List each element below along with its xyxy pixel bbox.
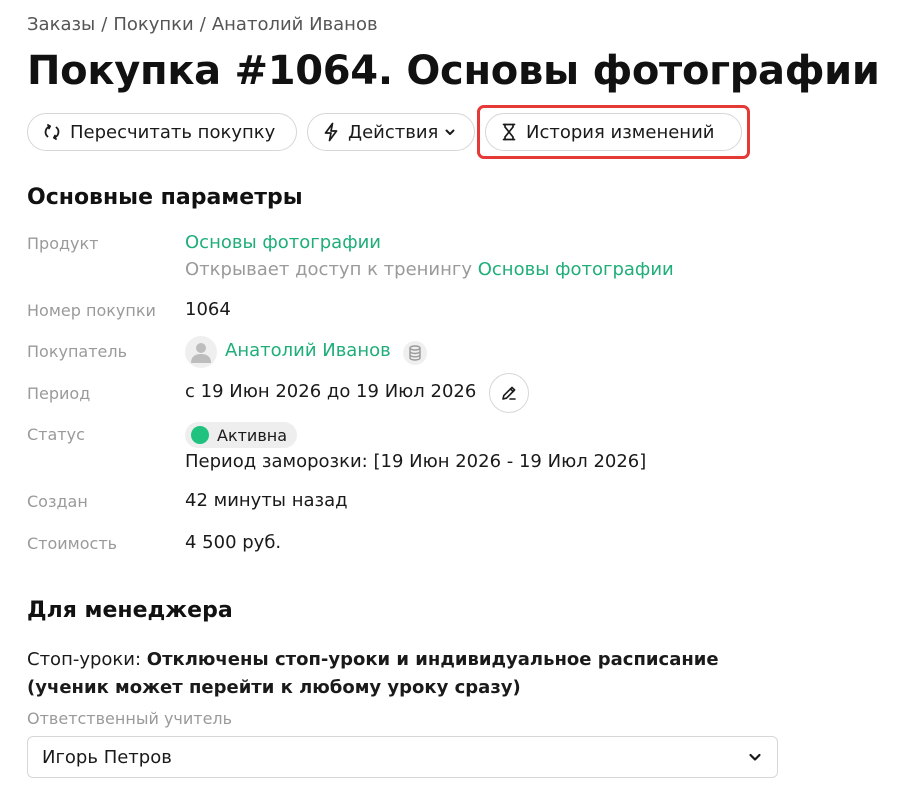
status-label: Статус	[27, 425, 85, 444]
teacher-label: Ответственный учитель	[27, 709, 233, 728]
buyer-link[interactable]: Анатолий Иванов	[225, 340, 391, 361]
breadcrumb-separator: /	[199, 14, 206, 35]
status-text: Активна	[217, 425, 288, 445]
user-icon	[191, 343, 211, 363]
refresh-icon	[44, 124, 60, 140]
history-label: История изменений	[526, 121, 715, 143]
created-value: 42 минуты назад	[185, 490, 348, 511]
pencil-icon	[502, 386, 516, 400]
period-value: с 19 Июн 2026 до 19 Июл 2026	[185, 381, 477, 402]
edit-period-button[interactable]	[489, 373, 529, 413]
stop-lessons: Стоп-уроки: Отключены стоп-уроки и индив…	[27, 646, 747, 702]
actions-dropdown-button[interactable]: Действия	[307, 113, 475, 151]
lightning-icon	[324, 122, 338, 142]
recalculate-label: Пересчитать покупку	[70, 121, 276, 143]
product-label: Продукт	[27, 234, 99, 253]
section-heading-params: Основные параметры	[27, 185, 303, 210]
page-title: Покупка #1064. Основы фотографии	[27, 48, 880, 94]
product-access: Открывает доступ к тренингу Основы фотог…	[185, 259, 674, 280]
breadcrumb: Заказы / Покупки / Анатолий Иванов	[27, 14, 378, 35]
status-badge: Активна	[185, 422, 298, 448]
recalculate-button[interactable]: Пересчитать покупку	[27, 113, 297, 151]
buyer-label: Покупатель	[27, 342, 128, 361]
chevron-down-icon	[749, 753, 761, 761]
breadcrumb-separator: /	[101, 14, 108, 35]
period-label: Период	[27, 384, 91, 403]
teacher-select[interactable]: Игорь Петров	[27, 736, 778, 778]
status-dot-icon	[191, 426, 209, 444]
actions-label: Действия	[348, 121, 439, 143]
cost-label: Стоимость	[27, 534, 118, 553]
cost-value: 4 500 руб.	[185, 532, 282, 553]
avatar	[185, 336, 217, 368]
history-button[interactable]: История изменений	[485, 113, 742, 151]
number-label: Номер покупки	[27, 301, 156, 320]
database-icon[interactable]	[403, 341, 427, 365]
hourglass-icon	[502, 123, 516, 141]
teacher-select-value: Игорь Петров	[42, 746, 172, 768]
training-link[interactable]: Основы фотографии	[478, 259, 674, 280]
created-label: Создан	[27, 492, 88, 511]
breadcrumb-orders[interactable]: Заказы	[27, 14, 95, 35]
freeze-period: Период заморозки: [19 Июн 2026 - 19 Июл …	[185, 451, 647, 472]
number-value: 1064	[185, 299, 231, 320]
product-access-text: Открывает доступ к тренингу	[185, 259, 472, 280]
section-heading-manager: Для менеджера	[27, 598, 233, 623]
breadcrumb-current: Анатолий Иванов	[211, 14, 378, 35]
stop-lessons-label: Стоп-уроки:	[27, 649, 142, 670]
breadcrumb-purchases[interactable]: Покупки	[113, 14, 193, 35]
product-link[interactable]: Основы фотографии	[185, 232, 381, 253]
chevron-down-icon	[445, 129, 455, 135]
